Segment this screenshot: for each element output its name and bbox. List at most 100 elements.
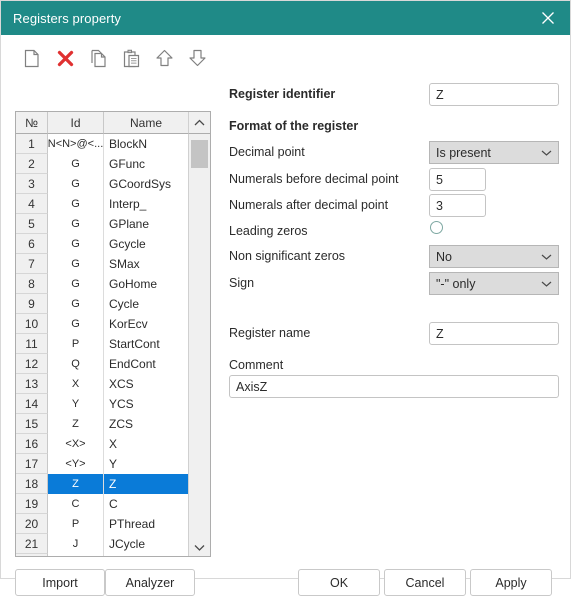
register-identifier-input[interactable] [429, 83, 559, 106]
table-row[interactable]: 2 G GFunc [16, 154, 188, 174]
close-button[interactable] [526, 1, 570, 35]
grid-column-header-number[interactable]: № [16, 112, 48, 134]
table-row[interactable]: 18 Z Z [16, 474, 188, 494]
table-row[interactable]: 6 G Gcycle [16, 234, 188, 254]
row-id-cell[interactable]: P [48, 514, 104, 534]
delete-record-icon[interactable] [54, 46, 76, 70]
field-register-identifier: Register identifier [229, 83, 559, 115]
sign-select[interactable]: "-" only [429, 272, 559, 295]
table-row[interactable]: 15 Z ZCS [16, 414, 188, 434]
row-id-cell[interactable]: G [48, 234, 104, 254]
table-row[interactable]: 1 N<N>@<... BlockN [16, 134, 188, 154]
paste-icon[interactable] [121, 46, 143, 70]
row-id-cell[interactable]: <X> [48, 434, 104, 454]
row-name-cell[interactable]: GFunc [104, 154, 188, 174]
row-name-cell[interactable]: EndCont [104, 354, 188, 374]
row-id-cell[interactable]: P [48, 334, 104, 354]
row-id-cell[interactable]: G [48, 194, 104, 214]
table-row[interactable]: 22RStepCount [16, 554, 188, 556]
analyzer-button[interactable]: Analyzer [105, 569, 195, 596]
dialog-body: № Id Name 1 N<N>@<... BlockN 2 G GFunc 3 G GCoor… [1, 35, 570, 596]
table-row[interactable]: 12 Q EndCont [16, 354, 188, 374]
row-name-cell[interactable]: BlockN [104, 134, 188, 154]
row-name-cell[interactable]: Y [104, 454, 188, 474]
move-down-icon[interactable] [187, 46, 209, 70]
table-row[interactable]: 7 G SMax [16, 254, 188, 274]
row-id-cell[interactable]: Z [48, 474, 104, 494]
row-id-cell[interactable]: G [48, 174, 104, 194]
row-name-cell[interactable]: SMax [104, 254, 188, 274]
row-id-cell[interactable]: Y [48, 394, 104, 414]
row-id-cell[interactable]: G [48, 274, 104, 294]
row-name-cell[interactable]: Gcycle [104, 234, 188, 254]
table-row[interactable]: 3 G GCoordSys [16, 174, 188, 194]
table-row[interactable]: 10 G KorEcv [16, 314, 188, 334]
cancel-button[interactable]: Cancel [384, 569, 466, 596]
table-row[interactable]: 17 <Y> Y [16, 454, 188, 474]
numerals-after-decimal-input[interactable] [429, 194, 486, 217]
row-name-cell[interactable]: StepCount [104, 554, 188, 556]
row-id-cell[interactable]: N<N>@<... [48, 134, 104, 154]
apply-button[interactable]: Apply [470, 569, 552, 596]
copy-icon[interactable] [87, 46, 109, 70]
table-row[interactable]: 11 P StartCont [16, 334, 188, 354]
row-id-cell[interactable]: <Y> [48, 454, 104, 474]
table-row[interactable]: 13 X XCS [16, 374, 188, 394]
row-id-cell[interactable]: G [48, 254, 104, 274]
row-id-cell[interactable]: G [48, 314, 104, 334]
chevron-down-icon [194, 544, 205, 551]
numerals-before-decimal-label: Numerals before decimal point [229, 172, 399, 186]
row-name-cell[interactable]: JCycle [104, 534, 188, 554]
numerals-before-decimal-input[interactable] [429, 168, 486, 191]
table-row[interactable]: 20 P PThread [16, 514, 188, 534]
row-name-cell[interactable]: X [104, 434, 188, 454]
table-row[interactable]: 19 C C [16, 494, 188, 514]
row-id-cell[interactable]: G [48, 214, 104, 234]
row-id-cell[interactable]: C [48, 494, 104, 514]
table-row[interactable]: 21 J JCycle [16, 534, 188, 554]
row-id-cell[interactable]: G [48, 294, 104, 314]
table-row[interactable]: 14 Y YCS [16, 394, 188, 414]
table-row[interactable]: 4 G Interp_ [16, 194, 188, 214]
table-row[interactable]: 8 G GoHome [16, 274, 188, 294]
grid-column-header-name[interactable]: Name [104, 112, 188, 134]
scrollbar-thumb[interactable] [191, 140, 208, 168]
row-id-cell[interactable]: J [48, 534, 104, 554]
row-name-cell[interactable]: GCoordSys [104, 174, 188, 194]
row-name-cell[interactable]: Z [104, 474, 188, 494]
table-row[interactable]: 9 G Cycle [16, 294, 188, 314]
row-number-cell: 10 [16, 314, 48, 334]
grid-column-header-id[interactable]: Id [48, 112, 104, 134]
row-name-cell[interactable]: C [104, 494, 188, 514]
ok-button[interactable]: OK [298, 569, 380, 596]
grid-vertical-scrollbar[interactable] [188, 134, 210, 556]
row-id-cell[interactable]: G [48, 154, 104, 174]
row-name-cell[interactable]: GPlane [104, 214, 188, 234]
row-id-cell[interactable]: X [48, 374, 104, 394]
row-name-cell[interactable]: StartCont [104, 334, 188, 354]
row-name-cell[interactable]: GoHome [104, 274, 188, 294]
row-id-cell[interactable]: Z [48, 414, 104, 434]
table-row[interactable]: 5 G GPlane [16, 214, 188, 234]
row-name-cell[interactable]: ZCS [104, 414, 188, 434]
import-button[interactable]: Import [15, 569, 105, 596]
decimal-point-select[interactable]: Is present [429, 141, 559, 164]
row-name-cell[interactable]: Cycle [104, 294, 188, 314]
scrollbar-track[interactable] [189, 134, 210, 538]
row-name-cell[interactable]: KorEcv [104, 314, 188, 334]
row-name-cell[interactable]: PThread [104, 514, 188, 534]
non-significant-zeros-select[interactable]: No [429, 245, 559, 268]
row-name-cell[interactable]: XCS [104, 374, 188, 394]
comment-input[interactable] [229, 375, 559, 398]
row-id-cell[interactable]: Q [48, 354, 104, 374]
row-id-cell[interactable]: R [48, 554, 104, 556]
move-up-icon[interactable] [154, 46, 176, 70]
new-record-icon[interactable] [21, 46, 43, 70]
scrollbar-down-button[interactable] [189, 538, 210, 556]
register-name-input[interactable] [429, 322, 559, 345]
row-number-cell: 4 [16, 194, 48, 214]
scrollbar-up-button[interactable] [188, 112, 210, 134]
table-row[interactable]: 16 <X> X [16, 434, 188, 454]
row-name-cell[interactable]: Interp_ [104, 194, 188, 214]
row-name-cell[interactable]: YCS [104, 394, 188, 414]
